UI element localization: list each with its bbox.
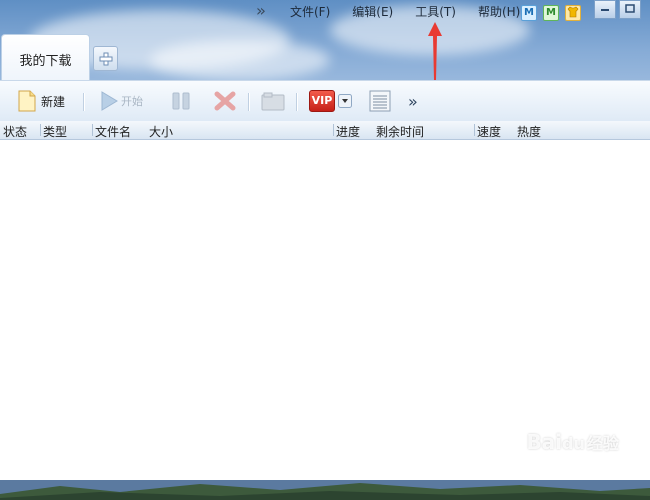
column-header: 状态 类型 文件名 大小 进度 剩余时间 速度 热度 [0, 121, 650, 140]
maximize-button[interactable] [619, 0, 641, 19]
open-folder-button[interactable] [261, 89, 285, 113]
column-type[interactable]: 类型 [43, 123, 67, 140]
baidu-watermark: Baidu 经验 jingyan.baidu.com [526, 430, 620, 462]
toolbar: 新建 开始 VIP » [0, 80, 650, 122]
column-divider[interactable] [333, 124, 334, 136]
background-mountains [0, 480, 650, 500]
skin-blue-icon[interactable]: M [521, 5, 537, 21]
pause-icon [172, 92, 190, 110]
delete-x-icon [214, 91, 236, 111]
add-tab-button[interactable] [93, 46, 118, 71]
list-icon [369, 90, 391, 112]
column-divider[interactable] [92, 124, 93, 136]
column-remaining-time[interactable]: 剩余时间 [376, 123, 424, 140]
menu-tools[interactable]: 工具(T) [415, 3, 456, 20]
annotation-arrow-icon [428, 22, 442, 80]
start-button[interactable]: 开始 [100, 89, 143, 113]
new-file-icon [18, 90, 36, 112]
column-divider[interactable] [40, 124, 41, 136]
minimize-button[interactable] [594, 0, 616, 19]
vip-button[interactable]: VIP [309, 89, 335, 113]
toolbar-separator [296, 93, 298, 111]
toolbar-separator [83, 93, 85, 111]
menu-bar: 文件(F) 编辑(E) 工具(T) 帮助(H) [250, 0, 650, 22]
folder-icon [261, 92, 285, 111]
new-button[interactable]: 新建 [17, 89, 65, 113]
column-speed[interactable]: 速度 [477, 123, 501, 140]
background-cloud [150, 40, 330, 80]
column-status[interactable]: 状态 [3, 123, 27, 140]
start-button-label: 开始 [121, 95, 143, 108]
tab-label: 我的下载 [19, 53, 72, 69]
menu-help[interactable]: 帮助(H) [478, 3, 520, 20]
play-icon [101, 91, 118, 111]
new-button-label: 新建 [41, 94, 66, 109]
menu-edit[interactable]: 编辑(E) [352, 3, 393, 20]
toolbar-separator [248, 93, 250, 111]
vip-badge: VIP [309, 90, 335, 112]
task-list-button[interactable] [369, 89, 391, 113]
watermark-suffix: 经验 [586, 434, 619, 453]
pause-button[interactable] [170, 89, 192, 113]
column-progress[interactable]: 进度 [336, 123, 360, 140]
skin-shirt-icon[interactable] [565, 5, 581, 21]
column-heat[interactable]: 热度 [517, 123, 541, 140]
watermark-url: jingyan.baidu.com [526, 452, 620, 462]
column-filename[interactable]: 文件名 [95, 123, 131, 140]
chevron-down-icon [338, 94, 352, 108]
delete-button[interactable] [214, 89, 236, 113]
column-size[interactable]: 大小 [149, 123, 173, 140]
plus-icon [99, 52, 112, 65]
tab-my-downloads[interactable]: 我的下载 [1, 34, 90, 83]
watermark-brand: Bai [526, 430, 563, 454]
watermark-brand-2: du [562, 434, 585, 453]
menu-file[interactable]: 文件(F) [290, 3, 330, 20]
vip-dropdown-button[interactable] [338, 89, 352, 113]
toolbar-overflow-icon[interactable]: » [408, 89, 418, 113]
skin-green-icon[interactable]: M [543, 5, 559, 21]
column-divider[interactable] [474, 124, 475, 136]
